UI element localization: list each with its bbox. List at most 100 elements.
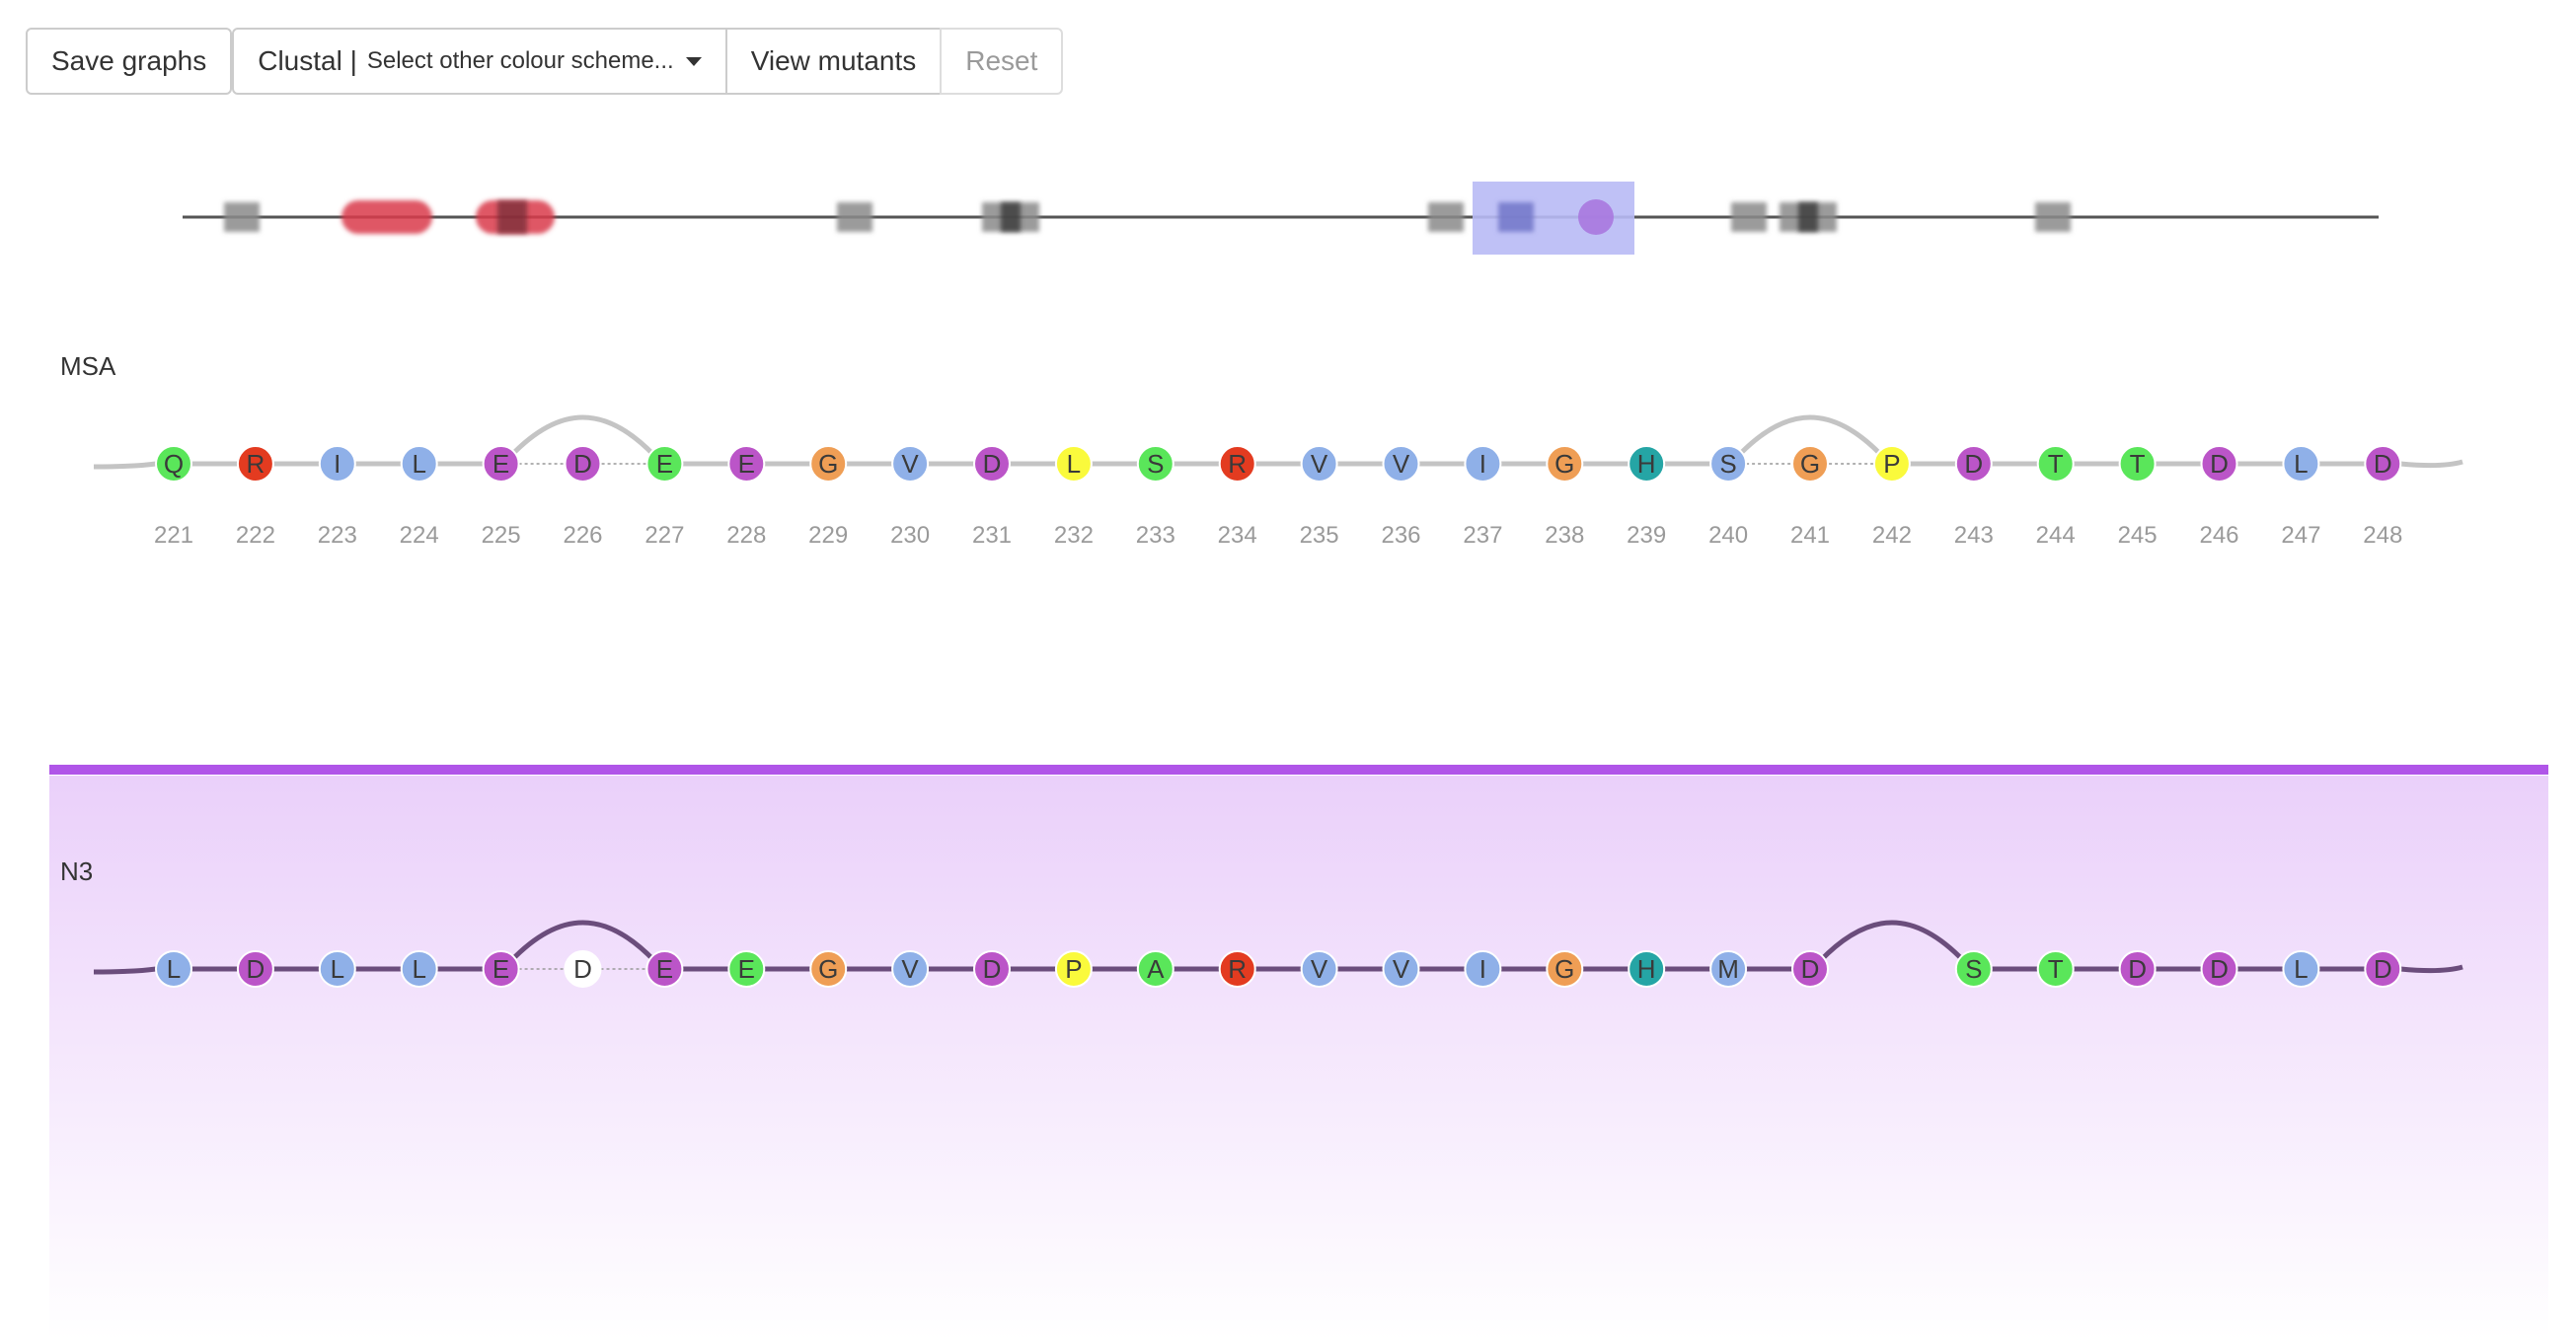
residue-node[interactable]: I — [318, 445, 356, 483]
residue-node[interactable]: E — [645, 950, 684, 988]
residue-letter: L — [331, 954, 344, 984]
residue-node[interactable]: L — [400, 950, 438, 988]
residue-node[interactable]: L — [1054, 445, 1093, 483]
residue-position: 222 — [236, 522, 275, 549]
residue-position: 227 — [644, 522, 684, 549]
residue-letter: R — [247, 449, 265, 479]
overview-marker[interactable] — [341, 200, 432, 234]
residue-node[interactable]: H — [1628, 445, 1666, 483]
residue-node[interactable]: D — [1954, 445, 1993, 483]
residue-node[interactable]: I — [1464, 950, 1502, 988]
residue-node[interactable]: D — [973, 950, 1011, 988]
n3-panel-border — [49, 765, 2548, 775]
residue-node[interactable]: T — [2118, 445, 2157, 483]
residue-node[interactable]: V — [1382, 950, 1420, 988]
residue-node[interactable]: D — [1791, 950, 1829, 988]
overview-marker[interactable] — [1498, 202, 1534, 232]
overview-marker[interactable] — [837, 202, 872, 232]
residue-letter: T — [2130, 449, 2146, 479]
residue-node[interactable]: D — [2118, 950, 2157, 988]
residue-node[interactable]: G — [1791, 445, 1829, 483]
residue-position: 239 — [1627, 522, 1666, 549]
residue-node[interactable]: G — [1546, 445, 1584, 483]
residue-letter: L — [412, 954, 425, 984]
save-graphs-button[interactable]: Save graphs — [26, 28, 233, 95]
residue-letter: G — [1554, 954, 1574, 984]
residue-node[interactable]: E — [727, 950, 766, 988]
residue-node[interactable]: V — [891, 950, 930, 988]
residue-node[interactable]: Q — [155, 445, 192, 483]
residue-letter: S — [1719, 449, 1736, 479]
residue-node[interactable]: E — [645, 445, 684, 483]
residue-node[interactable]: S — [1954, 950, 1993, 988]
residue-letter: D — [2374, 449, 2392, 479]
residue-node[interactable]: D — [2364, 445, 2402, 483]
residue-node[interactable]: E — [482, 950, 520, 988]
residue-node[interactable]: E — [727, 445, 766, 483]
residue-position: 230 — [890, 522, 930, 549]
residue-letter: M — [1717, 954, 1739, 984]
overview-marker[interactable] — [1798, 202, 1818, 232]
reset-button[interactable]: Reset — [940, 28, 1064, 95]
residue-letter: D — [2128, 954, 2147, 984]
residue-letter: E — [492, 449, 509, 479]
overview-marker[interactable] — [1428, 202, 1464, 232]
residue-position: 221 — [154, 522, 193, 549]
overview-marker[interactable] — [1578, 199, 1614, 235]
residue-node[interactable]: D — [564, 950, 602, 988]
colour-scheme-current: Clustal | — [258, 45, 357, 76]
residue-node[interactable]: M — [1709, 950, 1748, 988]
residue-node[interactable]: D — [973, 445, 1011, 483]
residue-node[interactable]: A — [1136, 950, 1174, 988]
overview-marker[interactable] — [1001, 202, 1021, 232]
residue-node[interactable]: T — [2036, 445, 2075, 483]
residue-node[interactable]: V — [1300, 445, 1338, 483]
residue-node[interactable]: G — [809, 445, 848, 483]
view-mutants-button[interactable]: View mutants — [724, 28, 943, 95]
residue-letter: D — [573, 954, 592, 984]
residue-position: 244 — [2036, 522, 2076, 549]
residue-position: 225 — [482, 522, 521, 549]
overview-marker[interactable] — [497, 200, 527, 234]
residue-node[interactable]: D — [2364, 950, 2402, 988]
overview-marker[interactable] — [2035, 202, 2071, 232]
overview-marker[interactable] — [1731, 202, 1767, 232]
n3-panel — [49, 776, 2548, 1340]
residue-position: 223 — [318, 522, 357, 549]
residue-node[interactable]: P — [1872, 445, 1911, 483]
residue-node[interactable]: I — [1464, 445, 1502, 483]
residue-node[interactable]: V — [891, 445, 930, 483]
residue-node[interactable]: R — [236, 445, 274, 483]
overview-track[interactable] — [0, 148, 2576, 385]
backbone-line — [93, 459, 2463, 470]
residue-node[interactable]: G — [1546, 950, 1584, 988]
residue-node[interactable]: V — [1300, 950, 1338, 988]
residue-node[interactable]: L — [155, 950, 192, 988]
residue-node[interactable]: D — [2200, 445, 2238, 483]
residue-node[interactable]: R — [1218, 950, 1256, 988]
residue-node[interactable]: V — [1382, 445, 1420, 483]
colour-scheme-dropdown[interactable]: Clustal | Select other colour scheme... — [232, 28, 727, 95]
residue-node[interactable]: P — [1054, 950, 1093, 988]
residue-node[interactable]: L — [318, 950, 356, 988]
residue-node[interactable]: L — [2282, 950, 2320, 988]
residue-node[interactable]: L — [2282, 445, 2320, 483]
residue-node[interactable]: E — [482, 445, 520, 483]
residue-node[interactable]: R — [1218, 445, 1256, 483]
residue-node[interactable]: L — [400, 445, 438, 483]
residue-position: 246 — [2199, 522, 2238, 549]
residue-node[interactable]: D — [236, 950, 274, 988]
residue-node[interactable]: S — [1709, 445, 1748, 483]
residue-letter: H — [1637, 954, 1656, 984]
residue-letter: V — [1311, 449, 1328, 479]
residue-position: 229 — [808, 522, 848, 549]
overview-marker[interactable] — [224, 202, 260, 232]
residue-node[interactable]: S — [1136, 445, 1174, 483]
residue-node[interactable]: H — [1628, 950, 1666, 988]
residue-node[interactable]: T — [2036, 950, 2075, 988]
residue-letter: E — [656, 449, 673, 479]
residue-node[interactable]: D — [564, 445, 602, 483]
residue-node[interactable]: D — [2200, 950, 2238, 988]
residue-position: 236 — [1381, 522, 1420, 549]
residue-node[interactable]: G — [809, 950, 848, 988]
